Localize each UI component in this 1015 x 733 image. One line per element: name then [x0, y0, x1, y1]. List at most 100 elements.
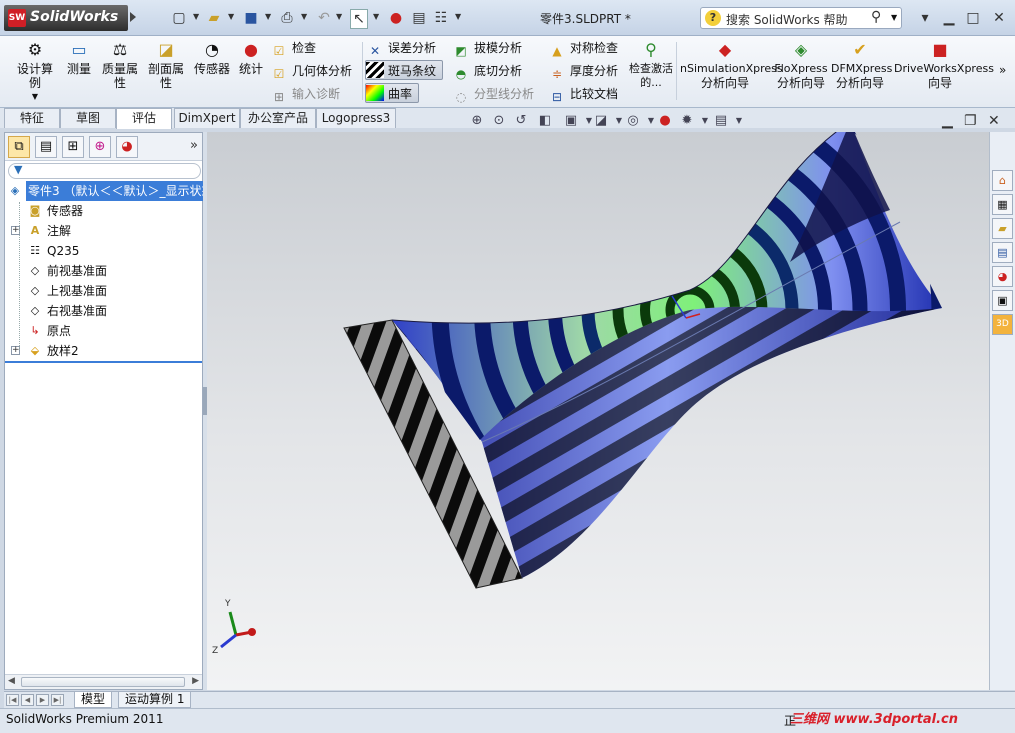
- print-icon[interactable]: ⎙: [278, 9, 296, 29]
- symmetry-check-button[interactable]: ▲ 对称检查: [548, 38, 618, 58]
- zebra-stripes-button[interactable]: 斑马条纹: [365, 60, 444, 80]
- first-tab-icon[interactable]: |◀: [6, 694, 19, 706]
- view-orientation-icon[interactable]: ▣: [562, 112, 580, 130]
- file-explorer-icon[interactable]: ▰: [992, 218, 1013, 239]
- undercut-analysis-button[interactable]: ◓ 底切分析: [452, 61, 522, 81]
- prev-tab-icon[interactable]: ◀: [21, 694, 34, 706]
- tab-logopress3[interactable]: Logopress3: [316, 108, 396, 128]
- dfmxpress-button[interactable]: ✔ DFMXpress 分析向导: [831, 40, 892, 90]
- parting-line-analysis-button[interactable]: ◌ 分型线分析: [452, 84, 534, 104]
- feature-tree-tab-icon[interactable]: ⧉: [8, 136, 30, 158]
- import-diagnostics-button[interactable]: ⊞ 输入诊断: [270, 84, 340, 104]
- undo-icon[interactable]: ↶: [315, 9, 333, 29]
- minimize-button[interactable]: ▁: [938, 8, 960, 28]
- section-properties-button[interactable]: ◪ 剖面属性: [145, 40, 187, 90]
- check-button[interactable]: ☑ 检查: [270, 38, 316, 58]
- tree-filter-input[interactable]: ▼: [8, 163, 201, 179]
- tree-item-origin[interactable]: ↳ 原点: [5, 321, 202, 341]
- previous-view-icon[interactable]: ↺: [512, 112, 530, 130]
- draft-analysis-button[interactable]: ◩ 拔模分析: [452, 38, 522, 58]
- ribbon-more-icon[interactable]: »: [999, 60, 1006, 80]
- tree-item-front-plane[interactable]: ◇ 前视基准面: [5, 261, 202, 281]
- graphics-viewport[interactable]: Y Z: [207, 132, 989, 690]
- scroll-right-icon[interactable]: ▶: [192, 676, 199, 686]
- hide-show-items-icon[interactable]: ◎: [624, 112, 642, 130]
- next-tab-icon[interactable]: ▶: [36, 694, 49, 706]
- select-pointer-icon[interactable]: ↖: [350, 9, 368, 29]
- driveworksxpress-button[interactable]: ■ DriveWorksXpress 向导: [894, 40, 994, 90]
- file-properties-icon[interactable]: ▤: [410, 9, 428, 29]
- zoom-to-area-icon[interactable]: ⊙: [490, 112, 508, 130]
- options-icon[interactable]: ☷: [432, 9, 450, 29]
- property-manager-tab-icon[interactable]: ▤: [35, 136, 57, 158]
- compare-documents-button[interactable]: ⊟ 比较文档: [548, 84, 618, 104]
- viewport-restore-button[interactable]: ❐: [964, 113, 977, 129]
- measure-button[interactable]: ▭ 测量: [63, 40, 95, 76]
- chevron-down-icon[interactable]: ▼: [336, 12, 342, 21]
- new-document-icon[interactable]: ▢: [170, 9, 188, 29]
- chevron-down-icon[interactable]: ▼: [373, 12, 379, 21]
- thickness-analysis-button[interactable]: ≑ 厚度分析: [548, 61, 618, 81]
- appearances-icon[interactable]: ◕: [992, 266, 1013, 287]
- design-study-button[interactable]: ⚙ 设计算例 ▼: [14, 40, 56, 104]
- deviation-analysis-button[interactable]: ✕ 误差分析: [366, 38, 436, 58]
- maximize-button[interactable]: □: [962, 8, 984, 28]
- resources-home-icon[interactable]: ⌂: [992, 170, 1013, 191]
- tab-office-products[interactable]: 办公室产品: [240, 108, 316, 128]
- help-dropdown-icon[interactable]: ▾: [914, 8, 936, 28]
- zoom-to-fit-icon[interactable]: ⊕: [468, 112, 486, 130]
- last-tab-icon[interactable]: ▶|: [51, 694, 64, 706]
- tab-sketch[interactable]: 草图: [60, 108, 116, 128]
- viewport-close-button[interactable]: ✕: [988, 113, 1000, 129]
- tab-model[interactable]: 模型: [74, 692, 113, 708]
- display-style-icon[interactable]: ◪: [592, 112, 610, 130]
- tree-item-material[interactable]: ☷ Q235: [5, 241, 202, 261]
- tab-motion-study-1[interactable]: 运动算例 1: [118, 692, 192, 708]
- chevron-down-icon[interactable]: ▼: [730, 112, 748, 130]
- curvature-button[interactable]: 曲率: [365, 83, 420, 103]
- viewport-minimize-button[interactable]: ▁: [942, 113, 953, 129]
- view-settings-icon[interactable]: ▤: [712, 112, 730, 130]
- chevron-down-icon[interactable]: ▼: [891, 13, 897, 22]
- tab-features[interactable]: 特征: [4, 108, 60, 128]
- zebra-stripe-model[interactable]: Y Z: [207, 132, 989, 690]
- apply-scene-icon[interactable]: ✹: [678, 112, 696, 130]
- scrollbar-thumb[interactable]: [21, 677, 185, 687]
- tree-item-root-part[interactable]: ◈ 零件3 （默认＜＜默认＞_显示状态: [5, 181, 216, 201]
- tree-item-sensors[interactable]: ◙ 传感器: [5, 201, 202, 221]
- section-view-icon[interactable]: ◧: [536, 112, 554, 130]
- geometry-analysis-button[interactable]: ☑ 几何体分析: [270, 61, 352, 81]
- tree-item-right-plane[interactable]: ◇ 右视基准面: [5, 301, 202, 321]
- close-button[interactable]: ✕: [988, 8, 1010, 28]
- horizontal-scrollbar[interactable]: ◀ ▶: [5, 674, 202, 689]
- solidworks-logo[interactable]: SW SolidWorks: [4, 5, 128, 31]
- mass-properties-button[interactable]: ⚖ 质量属性: [99, 40, 141, 90]
- tree-item-annotations[interactable]: + A 注解: [5, 221, 202, 241]
- 3d-content-central-icon[interactable]: 3D: [992, 314, 1013, 335]
- chevron-down-icon[interactable]: ▼: [193, 12, 199, 21]
- configuration-manager-tab-icon[interactable]: ⊞: [62, 136, 84, 158]
- tree-item-top-plane[interactable]: ◇ 上视基准面: [5, 281, 202, 301]
- rollback-bar[interactable]: [5, 361, 202, 363]
- simulationxpress-button[interactable]: ◆ nSimulationXpress 分析向导: [680, 40, 783, 90]
- design-library-icon[interactable]: ▦: [992, 194, 1013, 215]
- open-folder-icon[interactable]: ▰: [205, 9, 223, 29]
- tab-dimxpert[interactable]: DimXpert: [174, 108, 240, 128]
- dimxpert-manager-tab-icon[interactable]: ⊕: [89, 136, 111, 158]
- scroll-left-icon[interactable]: ◀: [8, 676, 15, 686]
- custom-properties-icon[interactable]: ▣: [992, 290, 1013, 311]
- chevron-down-icon[interactable]: ▼: [14, 90, 56, 104]
- chevron-down-icon[interactable]: ▼: [455, 12, 461, 21]
- sensor-button[interactable]: ◔ 传感器: [191, 40, 233, 76]
- floxpress-button[interactable]: ◈ FloXpress 分析向导: [774, 40, 828, 90]
- menu-expand-icon[interactable]: [130, 12, 136, 22]
- statistics-button[interactable]: ● 统计: [236, 40, 266, 76]
- chevron-down-icon[interactable]: ▼: [228, 12, 234, 21]
- display-manager-tab-icon[interactable]: ◕: [116, 136, 138, 158]
- more-tabs-icon[interactable]: »: [190, 138, 198, 153]
- help-search-box[interactable]: ? 搜索 SolidWorks 帮助 ⚲ ▼: [700, 7, 902, 29]
- tab-evaluate[interactable]: 评估: [116, 108, 172, 129]
- view-palette-icon[interactable]: ▤: [992, 242, 1013, 263]
- chevron-down-icon[interactable]: ▼: [301, 12, 307, 21]
- tree-item-loft[interactable]: + ⬙ 放样2: [5, 341, 202, 361]
